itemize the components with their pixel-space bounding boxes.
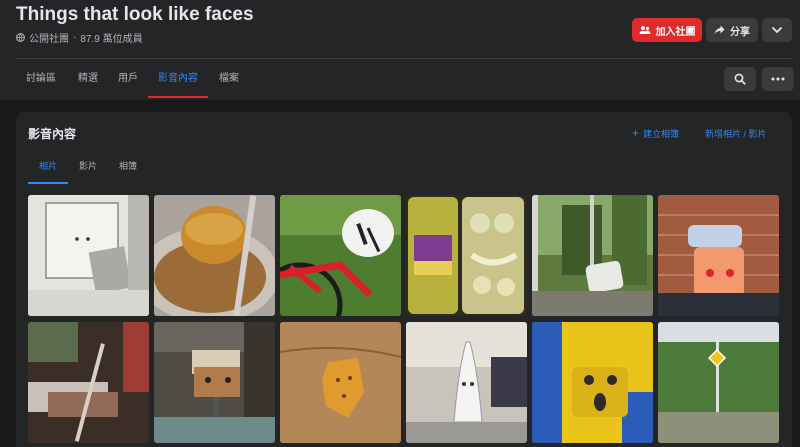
tab-files[interactable]: 檔案 xyxy=(208,60,250,98)
photo-thumbnail[interactable] xyxy=(406,322,527,443)
search-button[interactable] xyxy=(724,67,756,91)
header-dropdown-button[interactable] xyxy=(762,18,792,42)
media-title: 影音內容 xyxy=(28,127,77,141)
photo-thumbnail[interactable] xyxy=(280,195,401,316)
dark-room-stool-photo xyxy=(28,322,149,443)
share-arrow-icon xyxy=(714,25,725,35)
clothes-iron-photo xyxy=(406,322,527,443)
more-options-button[interactable] xyxy=(762,67,794,91)
header-divider xyxy=(16,58,792,59)
orange-sander-photo xyxy=(658,195,779,316)
bicycle-helmet-photo xyxy=(280,195,401,316)
photo-thumbnail[interactable] xyxy=(280,322,401,443)
subtab-photos[interactable]: 相片 xyxy=(28,154,68,184)
join-group-button[interactable]: 加入社團 xyxy=(632,18,702,42)
privacy-label: 公開社團 xyxy=(29,34,69,45)
share-label: 分享 xyxy=(730,26,750,38)
share-button[interactable]: 分享 xyxy=(706,18,758,42)
group-title[interactable]: Things that look like faces xyxy=(16,4,254,26)
wall-mounted-box-photo xyxy=(28,195,149,316)
create-album-label: 建立相簿 xyxy=(643,129,680,139)
media-panel: 影音內容 + 建立相簿 新增相片 / 影片 相片 影片 相簿 xyxy=(16,112,792,447)
photo-thumbnail[interactable] xyxy=(658,195,779,316)
more-dots-icon xyxy=(771,77,785,81)
photo-thumbnail[interactable] xyxy=(532,195,653,316)
chevron-down-icon xyxy=(772,27,782,33)
subtab-videos[interactable]: 影片 xyxy=(68,154,108,184)
photo-thumbnail[interactable] xyxy=(154,195,275,316)
pickle-jars-photo xyxy=(406,195,527,316)
group-meta: 公開社團 · 87.9 萬位成員 xyxy=(16,30,143,45)
join-group-icon xyxy=(639,26,650,34)
add-media-link[interactable]: 新增相片 / 影片 xyxy=(705,127,767,140)
tab-discussion[interactable]: 討論區 xyxy=(20,60,62,98)
street-sign-trees-photo xyxy=(658,322,779,443)
yellow-machine-face-photo xyxy=(532,322,653,443)
group-header: Things that look like faces 公開社團 · 87.9 … xyxy=(0,0,800,100)
cardboard-box-chair-photo xyxy=(154,322,275,443)
cracker-on-table-photo xyxy=(280,322,401,443)
photo-thumbnail[interactable] xyxy=(28,322,149,443)
tab-featured[interactable]: 精選 xyxy=(68,60,108,98)
window-forest-photo xyxy=(532,195,653,316)
join-group-label: 加入社團 xyxy=(655,26,696,38)
plus-icon: + xyxy=(632,126,640,140)
meta-separator: · xyxy=(73,32,77,43)
photo-thumbnail[interactable] xyxy=(658,322,779,443)
photo-thumbnail[interactable] xyxy=(28,195,149,316)
photo-thumbnail[interactable] xyxy=(154,322,275,443)
tab-members[interactable]: 用戶 xyxy=(108,60,148,98)
search-icon xyxy=(734,73,746,85)
subtab-albums[interactable]: 相簿 xyxy=(108,154,148,184)
fried-patty-plate-photo xyxy=(154,195,275,316)
create-album-link[interactable]: + 建立相簿 xyxy=(632,127,679,140)
photo-thumbnail[interactable] xyxy=(406,195,527,316)
photo-thumbnail[interactable] xyxy=(532,322,653,443)
globe-icon xyxy=(16,33,25,42)
member-count[interactable]: 87.9 萬位成員 xyxy=(80,30,142,45)
tab-media[interactable]: 影音內容 xyxy=(148,60,208,98)
